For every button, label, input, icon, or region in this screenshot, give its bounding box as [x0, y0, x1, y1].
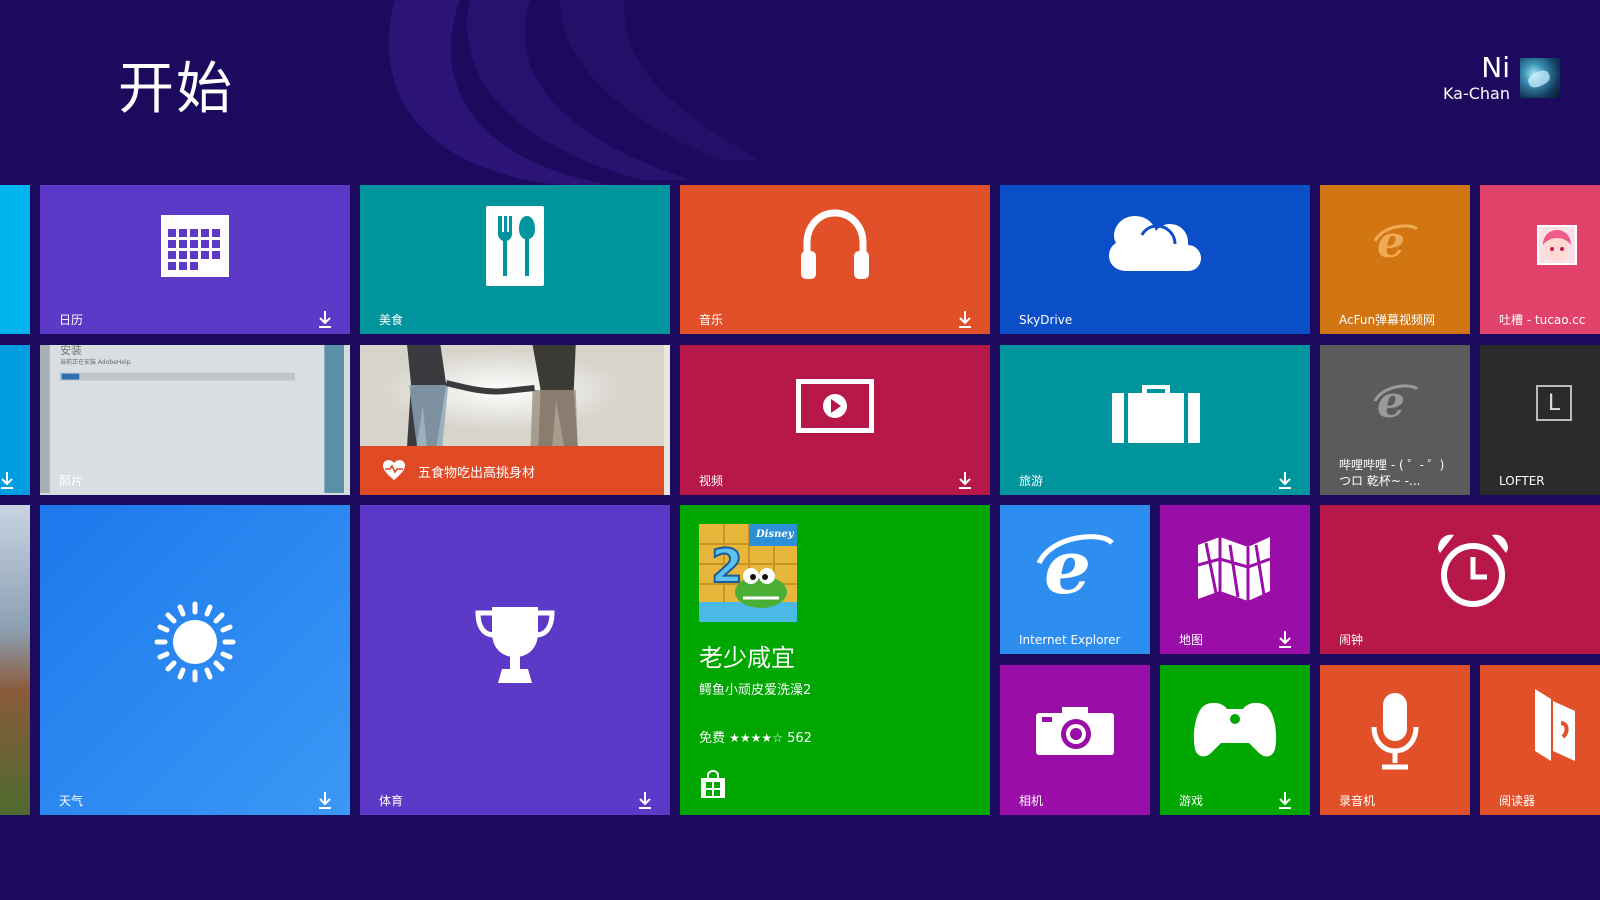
promo-app-name: 鳄鱼小顽皮爱洗澡2: [699, 683, 812, 698]
promo-rating: 免费 ★★★★☆ 562: [699, 727, 812, 746]
tile-partial-left-2[interactable]: [0, 345, 30, 495]
tile-maps[interactable]: 地图: [1160, 505, 1310, 654]
tile-music[interactable]: 音乐: [680, 185, 990, 334]
download-icon: [1279, 792, 1291, 809]
ie-icon: e: [1373, 379, 1419, 423]
tile-tucao[interactable]: 吐槽 - tucao.cc: [1480, 185, 1600, 334]
tile-label: Internet Explorer: [1019, 633, 1121, 647]
sun-icon: [154, 601, 236, 683]
download-icon: [959, 472, 971, 489]
lofter-logo-icon: L: [1536, 385, 1572, 421]
promo-title: 老少咸宜: [699, 644, 795, 672]
tile-label: SkyDrive: [1019, 313, 1073, 327]
gamepad-icon: [1193, 702, 1277, 757]
tile-games[interactable]: 游戏: [1160, 665, 1310, 815]
tile-label: AcFun弹幕视频网: [1339, 313, 1436, 327]
tile-bilibili[interactable]: e 哔哩哔哩 - ( ゜- ゜) つロ 乾杯~ -...: [1320, 345, 1470, 495]
start-title: 开始: [118, 57, 234, 122]
download-icon: [319, 311, 331, 328]
download-icon: [639, 792, 651, 809]
headphones-icon: [801, 209, 869, 279]
play-icon: [796, 379, 874, 433]
tile-camera[interactable]: 相机: [1000, 665, 1150, 815]
calendar-icon: [161, 215, 229, 277]
tile-skydrive[interactable]: SkyDrive: [1000, 185, 1310, 334]
map-icon: [1197, 537, 1271, 601]
tile-photos[interactable]: 安装 当前正在安装 AdobeHelp 照片: [40, 345, 350, 495]
tile-alarms[interactable]: 闹钟: [1320, 505, 1600, 654]
tile-label: 体育: [379, 794, 404, 808]
tile-label: 旅游: [1019, 474, 1044, 488]
tile-label: LOFTER: [1499, 474, 1545, 488]
health-headline: 五食物吃出高挑身材: [418, 466, 536, 481]
tile-partial-left-3[interactable]: [0, 505, 30, 815]
tile-reader[interactable]: 阅读器: [1480, 665, 1600, 815]
tile-label-line2: つロ 乾杯~ -...: [1339, 474, 1421, 488]
tile-lofter[interactable]: L LOFTER: [1480, 345, 1600, 495]
tile-video[interactable]: 视频: [680, 345, 990, 495]
avatar-icon: [1537, 225, 1577, 265]
tile-label: 视频: [699, 474, 724, 488]
trophy-icon: [475, 607, 555, 683]
tile-label: 吐槽 - tucao.cc: [1499, 313, 1586, 327]
tile-label: 天气: [59, 794, 84, 808]
tile-label: 音乐: [699, 313, 724, 327]
tile-label: 录音机: [1339, 794, 1376, 808]
promo-stars: ★★★★☆: [729, 731, 783, 745]
tile-label: 美食: [379, 313, 404, 327]
tile-partial-left-1[interactable]: [0, 185, 30, 334]
tile-label-line1: 哔哩哔哩 - ( ゜- ゜): [1339, 458, 1445, 472]
tile-travel[interactable]: 旅游: [1000, 345, 1310, 495]
cloud-icon: [1109, 216, 1201, 271]
user-avatar[interactable]: [1520, 58, 1560, 98]
user-account[interactable]: Ni Ka-Chan: [1443, 54, 1560, 102]
user-first-name: Ni: [1481, 51, 1510, 84]
download-icon: [319, 792, 331, 809]
tile-label: 闹钟: [1339, 633, 1364, 647]
microphone-icon: [1371, 693, 1419, 770]
tile-internet-explorer[interactable]: e Internet Explorer: [1000, 505, 1150, 654]
suitcase-icon: [1112, 385, 1200, 443]
download-icon: [1279, 472, 1291, 489]
couple-photo: [360, 345, 664, 446]
lofter-logo-glyph: L: [1547, 390, 1561, 416]
tile-label: 阅读器: [1499, 794, 1536, 808]
tile-store-promo[interactable]: 2 Disney 老少咸宜 鳄鱼小顽皮爱洗澡2 免费 ★★★★☆ 562: [680, 505, 990, 815]
tile-weather[interactable]: 天气: [40, 505, 350, 815]
ie-icon: e: [1036, 529, 1114, 603]
camera-icon: [1036, 707, 1114, 755]
promo-price: 免费: [699, 731, 726, 746]
tile-calendar[interactable]: 日历: [40, 185, 350, 334]
photo-thumbnail: [40, 345, 344, 493]
store-icon: [701, 770, 725, 798]
tile-label: 日历: [59, 313, 84, 327]
download-icon: [1279, 631, 1291, 648]
download-icon: [1, 472, 13, 489]
user-last-name: Ka-Chan: [1442, 84, 1510, 103]
tile-label: 游戏: [1179, 794, 1204, 808]
ie-icon: e: [1373, 219, 1419, 263]
tile-label: 照片: [59, 474, 84, 488]
tile-recorder[interactable]: 录音机: [1320, 665, 1470, 815]
disney-badge: Disney: [756, 529, 794, 540]
health-banner: 五食物吃出高挑身材: [360, 446, 664, 495]
fork-spoon-icon: [486, 206, 544, 286]
tile-label: 相机: [1019, 794, 1044, 808]
download-icon: [959, 311, 971, 328]
promo-rating-count: 562: [787, 731, 812, 746]
photo-screen-text-2: 当前正在安装 AdobeHelp: [60, 359, 131, 366]
tile-sports[interactable]: 体育: [360, 505, 670, 815]
tile-label: 地图: [1179, 633, 1204, 647]
tile-acfun[interactable]: e AcFun弹幕视频网: [1320, 185, 1470, 334]
reader-icon: [1535, 689, 1575, 761]
tile-food[interactable]: 美食: [360, 185, 670, 334]
tile-health[interactable]: 五食物吃出高挑身材: [360, 345, 670, 495]
alarm-clock-icon: [1438, 534, 1508, 607]
heart-pulse-icon: [383, 460, 405, 480]
